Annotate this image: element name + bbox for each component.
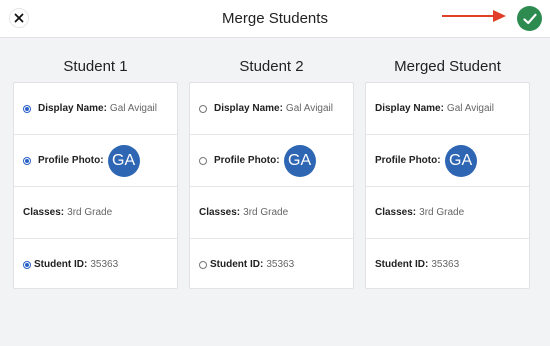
student-id-label: Student ID: <box>210 259 264 270</box>
student-id-value: 35363 <box>266 259 295 270</box>
confirm-merge-button[interactable] <box>517 6 542 31</box>
student-id-label: Student ID: <box>375 259 429 270</box>
classes-label: Classes: <box>199 207 241 218</box>
student-2-card: Display Name: Gal Avigail Profile Photo:… <box>189 82 354 289</box>
column-title-student-1: Student 1 <box>63 58 128 75</box>
classes-label: Classes: <box>375 207 417 218</box>
arrow-right-icon <box>442 10 506 22</box>
classes-row: Classes: 3rd Grade <box>366 187 529 238</box>
profile-photo-label: Profile Photo: <box>214 155 280 166</box>
student-1-card: Display Name: Gal Avigail Profile Photo:… <box>13 82 178 289</box>
display-name-label: Display Name: <box>38 103 107 114</box>
profile-photo-row: Profile Photo: GA <box>190 135 353 186</box>
display-name-row: Display Name: Gal Avigail <box>14 83 177 134</box>
classes-label: Classes: <box>23 207 65 218</box>
classes-row: Classes: 3rd Grade <box>190 187 353 238</box>
checkmark-icon <box>522 13 537 24</box>
student-id-row: Student ID: 35363 <box>190 239 353 290</box>
column-title-merged-student: Merged Student <box>394 58 501 75</box>
classes-row: Classes: 3rd Grade <box>14 187 177 238</box>
avatar: GA <box>283 144 316 177</box>
student-id-value: 35363 <box>431 259 460 270</box>
student-id-label: Student ID: <box>34 259 88 270</box>
display-name-row: Display Name: Gal Avigail <box>366 83 529 134</box>
avatar: GA <box>107 144 140 177</box>
display-name-label: Display Name: <box>214 103 283 114</box>
profile-photo-radio[interactable] <box>199 156 207 165</box>
merged-student-card: Display Name: Gal Avigail Profile Photo:… <box>365 82 530 289</box>
display-name-value: Gal Avigail <box>109 103 157 114</box>
profile-photo-row: Profile Photo: GA <box>14 135 177 186</box>
profile-photo-radio[interactable] <box>23 156 31 165</box>
classes-value: 3rd Grade <box>243 207 289 218</box>
display-name-radio[interactable] <box>23 104 31 113</box>
header-bar: Merge Students <box>0 0 550 38</box>
student-id-value: 35363 <box>90 259 119 270</box>
display-name-radio[interactable] <box>199 104 207 113</box>
display-name-value: Gal Avigail <box>285 103 333 114</box>
display-name-value: Gal Avigail <box>446 103 494 114</box>
classes-value: 3rd Grade <box>67 207 113 218</box>
profile-photo-label: Profile Photo: <box>375 155 441 166</box>
display-name-label: Display Name: <box>375 103 444 114</box>
column-title-student-2: Student 2 <box>239 58 304 75</box>
display-name-row: Display Name: Gal Avigail <box>190 83 353 134</box>
student-id-radio[interactable] <box>199 260 207 269</box>
profile-photo-label: Profile Photo: <box>38 155 104 166</box>
student-id-row: Student ID: 35363 <box>14 239 177 290</box>
avatar: GA <box>444 144 477 177</box>
profile-photo-row: Profile Photo: GA <box>366 135 529 186</box>
student-id-row: Student ID: 35363 <box>366 239 529 290</box>
student-id-radio[interactable] <box>23 260 31 269</box>
classes-value: 3rd Grade <box>419 207 465 218</box>
